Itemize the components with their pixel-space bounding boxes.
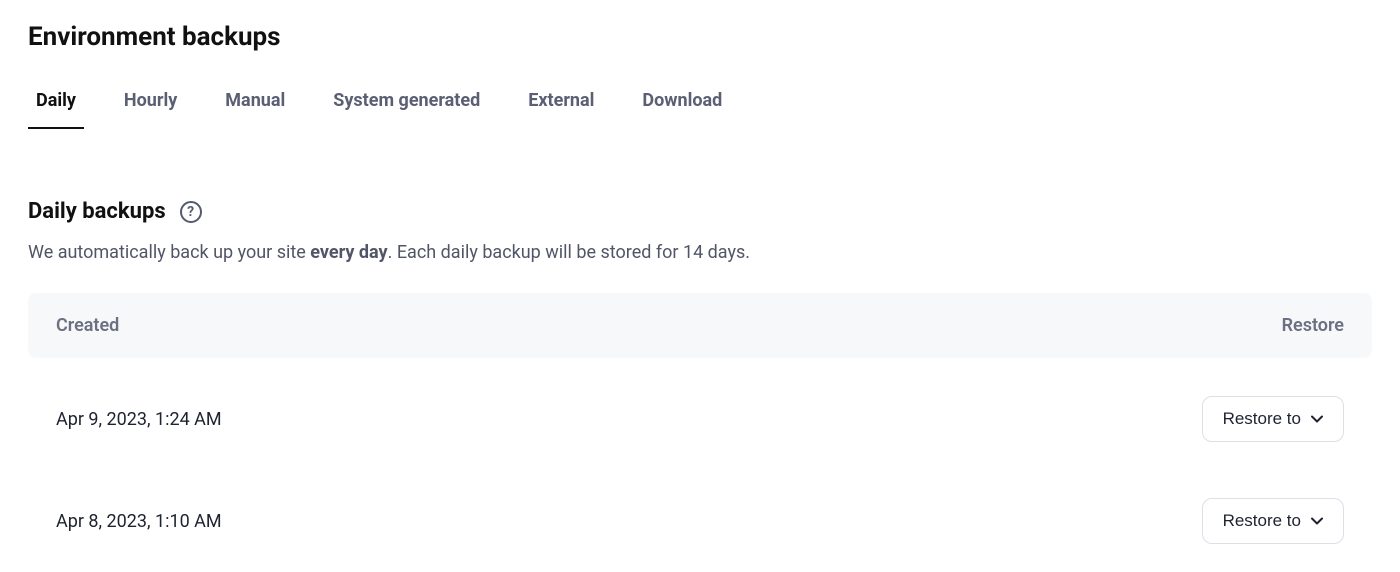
chevron-down-icon — [1311, 517, 1323, 525]
section-description: We automatically back up your site every… — [28, 242, 1372, 263]
col-header-restore: Restore — [1282, 315, 1344, 336]
restore-to-button[interactable]: Restore to — [1202, 396, 1344, 442]
section-title: Daily backups — [28, 199, 166, 224]
cell-created: Apr 8, 2023, 1:10 AM — [56, 511, 222, 532]
table-row: Apr 9, 2023, 1:24 AM Restore to — [28, 368, 1372, 470]
page-title: Environment backups — [28, 22, 1372, 52]
desc-strong: every day — [310, 242, 387, 263]
tab-daily[interactable]: Daily — [36, 90, 76, 129]
table-row: Apr 8, 2023, 1:10 AM Restore to — [28, 470, 1372, 572]
tab-download[interactable]: Download — [642, 90, 722, 129]
desc-pre: We automatically back up your site — [28, 242, 310, 263]
tab-manual[interactable]: Manual — [225, 90, 285, 129]
restore-label: Restore to — [1223, 409, 1301, 429]
tab-system-generated[interactable]: System generated — [333, 90, 480, 129]
col-header-created: Created — [56, 315, 119, 336]
table-header-row: Created Restore — [28, 293, 1372, 358]
section-header: Daily backups ? — [28, 199, 1372, 224]
tabs: Daily Hourly Manual System generated Ext… — [28, 90, 1372, 129]
restore-label: Restore to — [1223, 511, 1301, 531]
tab-hourly[interactable]: Hourly — [124, 90, 177, 129]
desc-post: . Each daily backup will be stored for 1… — [388, 242, 750, 263]
help-icon[interactable]: ? — [180, 201, 202, 223]
cell-created: Apr 9, 2023, 1:24 AM — [56, 409, 222, 430]
restore-to-button[interactable]: Restore to — [1202, 498, 1344, 544]
chevron-down-icon — [1311, 415, 1323, 423]
tab-external[interactable]: External — [528, 90, 594, 129]
